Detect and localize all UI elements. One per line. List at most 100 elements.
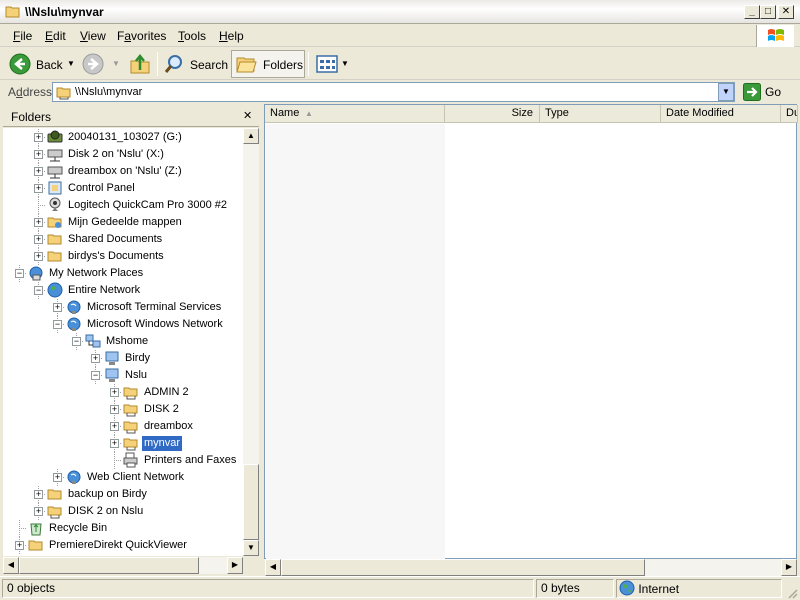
- scroll-right-button[interactable]: ▶: [781, 559, 797, 576]
- network-share-icon: [47, 506, 62, 519]
- expand-icon[interactable]: +: [53, 303, 62, 312]
- maximize-button[interactable]: □: [760, 5, 776, 19]
- views-dropdown-icon[interactable]: ▼: [341, 59, 349, 68]
- column-du-label: Du: [786, 107, 797, 119]
- scroll-thumb[interactable]: [243, 464, 259, 540]
- column-header-size[interactable]: Size: [445, 105, 540, 123]
- scroll-up-button[interactable]: ▲: [243, 128, 259, 144]
- expand-icon[interactable]: +: [91, 354, 100, 363]
- close-pane-icon[interactable]: ✕: [243, 109, 252, 122]
- scroll-right-button[interactable]: ▶: [227, 557, 243, 574]
- tree-item[interactable]: + Disk 2 on 'Nslu' (X:): [3, 146, 243, 163]
- tree-item[interactable]: Recycle Bin: [3, 520, 243, 537]
- menu-favorites[interactable]: Favorites: [117, 29, 166, 43]
- expand-icon[interactable]: +: [34, 150, 43, 159]
- expand-icon[interactable]: +: [34, 507, 43, 516]
- expand-icon[interactable]: +: [34, 167, 43, 176]
- go-button[interactable]: Go: [740, 82, 796, 102]
- folders-button[interactable]: Folders: [231, 50, 305, 78]
- expand-icon[interactable]: +: [34, 133, 43, 142]
- tree-item[interactable]: Logitech QuickCam Pro 3000 #2: [3, 197, 243, 214]
- menu-edit[interactable]: Edit: [45, 29, 66, 43]
- tree-item[interactable]: + mynvar: [3, 435, 243, 452]
- menu-file[interactable]: File: [13, 29, 32, 43]
- expand-icon[interactable]: +: [34, 252, 43, 261]
- menu-view[interactable]: View: [80, 29, 106, 43]
- address-label: Address: [8, 85, 53, 99]
- tree-item[interactable]: Printers and Faxes: [3, 452, 243, 469]
- close-button[interactable]: ✕: [778, 5, 794, 19]
- collapse-icon[interactable]: −: [34, 286, 43, 295]
- tree-item[interactable]: − Mshome: [3, 333, 243, 350]
- resize-grip-icon[interactable]: [786, 587, 798, 599]
- tree-item[interactable]: + Microsoft Terminal Services: [3, 299, 243, 316]
- collapse-icon[interactable]: −: [91, 371, 100, 380]
- scroll-thumb[interactable]: [19, 557, 199, 574]
- expand-icon[interactable]: +: [34, 490, 43, 499]
- column-header-type[interactable]: Type: [540, 105, 661, 123]
- tree-item[interactable]: + Mijn Gedeelde mappen: [3, 214, 243, 231]
- tree-item[interactable]: + Web Client Network: [3, 469, 243, 486]
- tree-horizontal-scrollbar[interactable]: ◀ ▶: [3, 557, 243, 574]
- expand-icon[interactable]: +: [110, 388, 119, 397]
- tree-item[interactable]: + Birdy: [3, 350, 243, 367]
- tree-item[interactable]: + backup on Birdy: [3, 486, 243, 503]
- tree-item[interactable]: + birdys's Documents: [3, 248, 243, 265]
- forward-button[interactable]: ▼: [80, 50, 124, 78]
- tree-item[interactable]: + DISK 2: [3, 401, 243, 418]
- expand-icon[interactable]: +: [34, 235, 43, 244]
- status-size: 0 bytes: [536, 579, 614, 598]
- tree-item[interactable]: − Microsoft Windows Network: [3, 316, 243, 333]
- tree-item[interactable]: + dreambox: [3, 418, 243, 435]
- column-header-name[interactable]: Name ▲: [265, 105, 445, 123]
- collapse-icon[interactable]: −: [53, 320, 62, 329]
- expand-icon[interactable]: +: [34, 218, 43, 227]
- expand-icon[interactable]: +: [110, 422, 119, 431]
- network-share-icon: [56, 87, 71, 100]
- column-header-du[interactable]: Du: [781, 105, 798, 123]
- collapse-icon[interactable]: −: [15, 269, 24, 278]
- status-objects: 0 objects: [2, 579, 534, 598]
- expand-icon[interactable]: +: [15, 541, 24, 550]
- tree-item[interactable]: + ADMIN 2: [3, 384, 243, 401]
- address-value: \\Nslu\mynvar: [75, 86, 143, 98]
- scroll-down-button[interactable]: ▼: [243, 540, 259, 556]
- expand-icon[interactable]: +: [110, 405, 119, 414]
- menu-tools[interactable]: Tools: [178, 29, 206, 43]
- collapse-icon[interactable]: −: [72, 337, 81, 346]
- tree-item[interactable]: +20040131_103027 (G:): [3, 129, 243, 146]
- search-button[interactable]: Search: [161, 50, 229, 78]
- column-header-date-modified[interactable]: Date Modified: [661, 105, 781, 123]
- tree-item[interactable]: + Shared Documents: [3, 231, 243, 248]
- back-button[interactable]: Back ▼: [5, 50, 75, 78]
- folder-tree[interactable]: +20040131_103027 (G:) + Disk 2 on 'Nslu' (…: [3, 128, 243, 556]
- up-folder-button[interactable]: [126, 51, 154, 77]
- scroll-left-button[interactable]: ◀: [265, 559, 281, 576]
- tree-item[interactable]: + Control Panel: [3, 180, 243, 197]
- scroll-left-button[interactable]: ◀: [3, 557, 19, 574]
- expand-icon[interactable]: +: [34, 184, 43, 193]
- tree-item[interactable]: + DISK 2 on Nslu: [3, 503, 243, 520]
- list-horizontal-scrollbar[interactable]: ◀ ▶: [265, 559, 797, 576]
- tree-item[interactable]: + dreambox on 'Nslu' (Z:): [3, 163, 243, 180]
- tree-item[interactable]: − Entire Network: [3, 282, 243, 299]
- forward-dropdown-icon[interactable]: ▼: [112, 59, 120, 68]
- title-bar[interactable]: \\Nslu\mynvar _ □ ✕: [0, 0, 800, 24]
- back-dropdown-icon[interactable]: ▼: [67, 59, 75, 68]
- tree-item-label: Recycle Bin: [49, 522, 108, 534]
- scroll-thumb[interactable]: [281, 559, 645, 576]
- expand-icon[interactable]: +: [110, 439, 119, 448]
- drive-icon: [47, 130, 63, 143]
- address-input[interactable]: \\Nslu\mynvar: [52, 82, 735, 102]
- tree-vertical-scrollbar[interactable]: ▲ ▼: [243, 128, 259, 556]
- tree-item[interactable]: − My Network Places: [3, 265, 243, 282]
- address-dropdown-button[interactable]: ▼: [718, 83, 734, 101]
- expand-icon[interactable]: +: [53, 473, 62, 482]
- file-list[interactable]: Name ▲ Size Type Date Modified Du: [264, 104, 798, 560]
- minimize-button[interactable]: _: [744, 5, 760, 19]
- network-globe-icon: [67, 300, 81, 314]
- menu-help[interactable]: Help: [219, 29, 244, 43]
- views-button[interactable]: ▼: [313, 50, 351, 78]
- tree-item[interactable]: + PremiereDirekt QuickViewer: [3, 537, 243, 554]
- tree-item[interactable]: − Nslu: [3, 367, 243, 384]
